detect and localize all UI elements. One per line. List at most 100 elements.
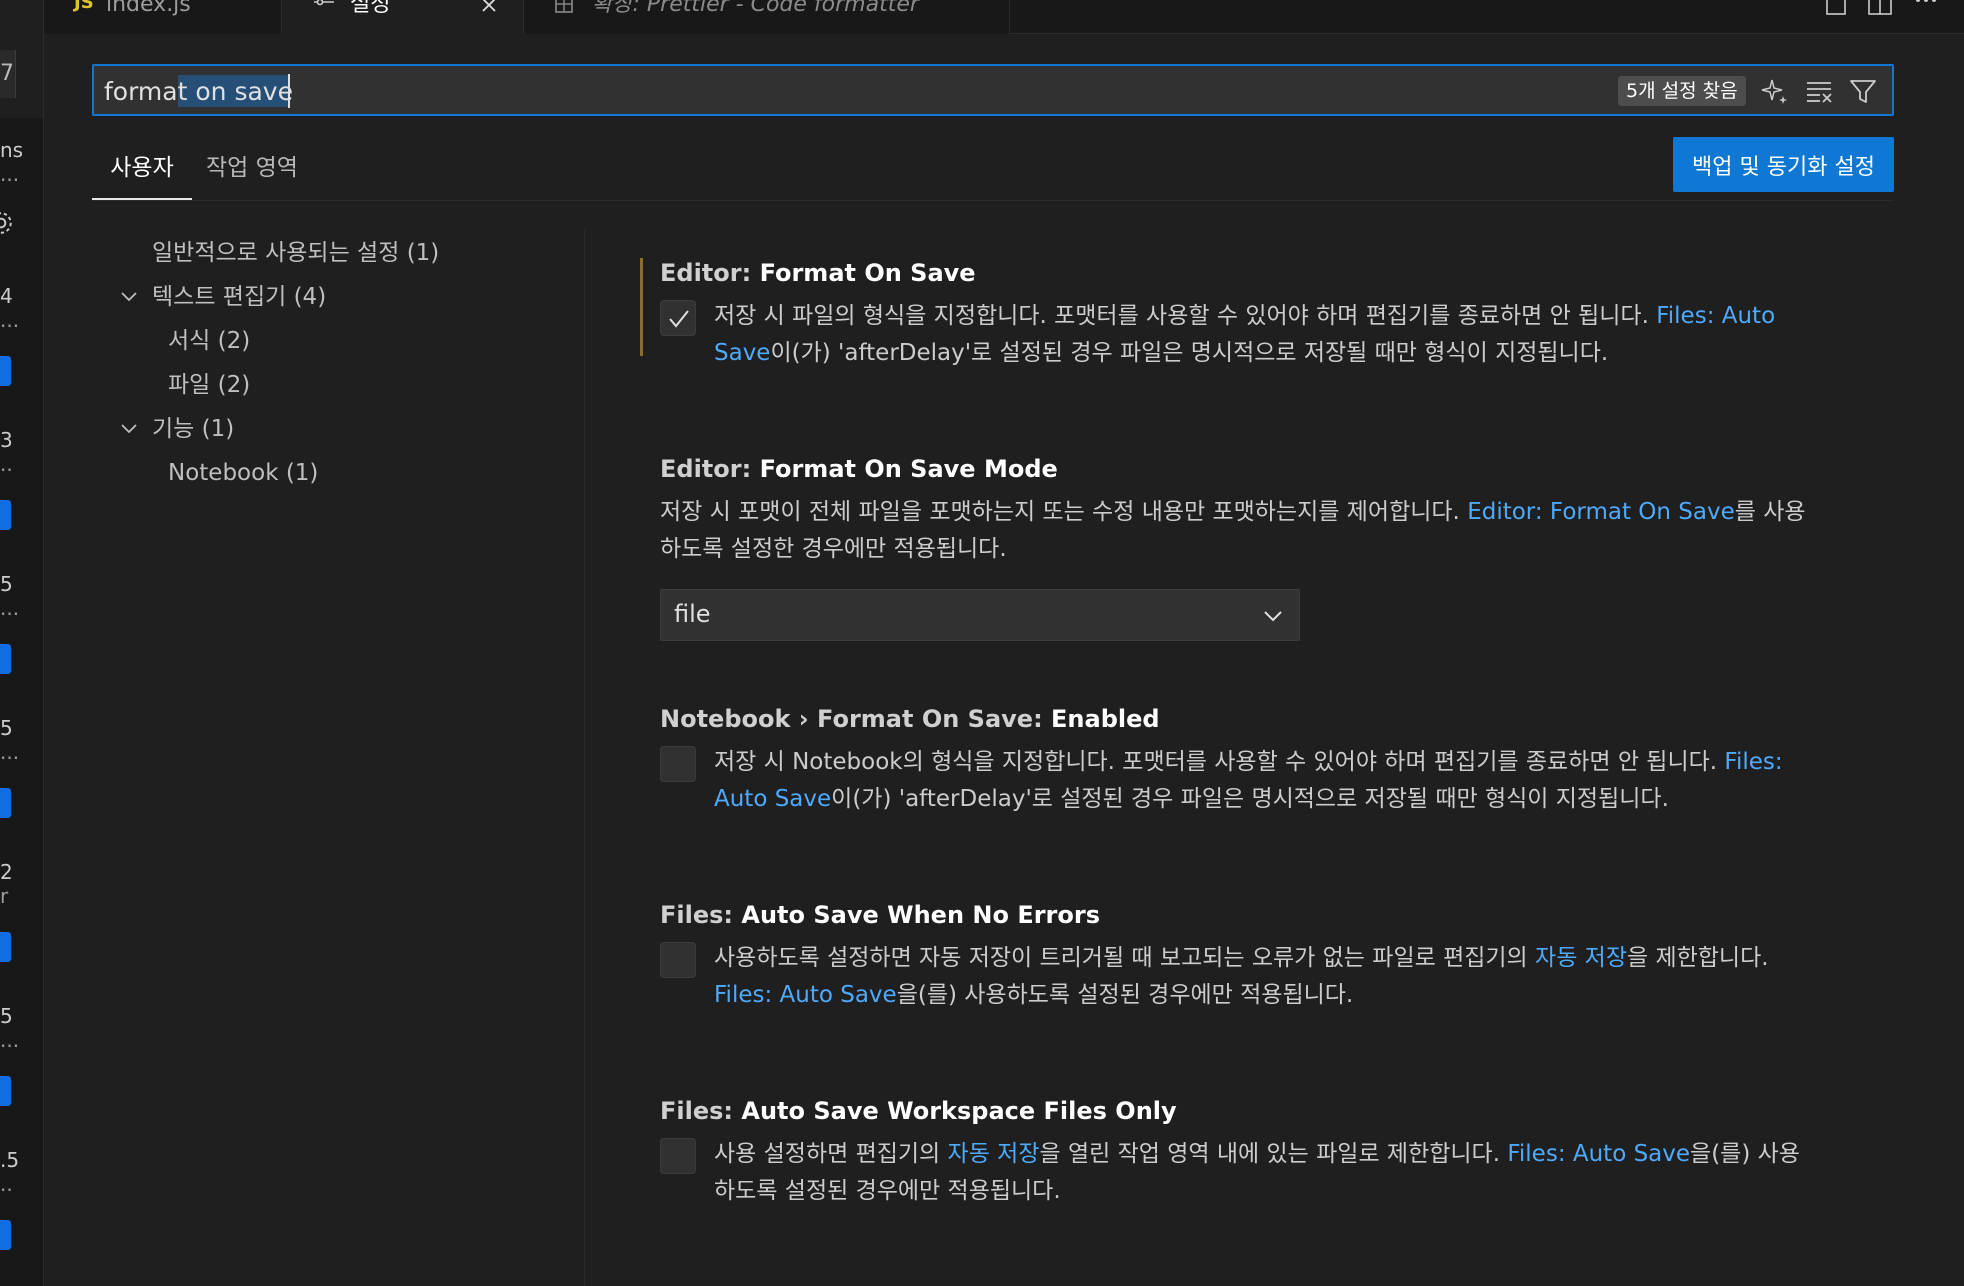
select-value: file: [674, 600, 711, 628]
search-input[interactable]: [104, 75, 1284, 107]
filter-icon[interactable]: [1848, 76, 1878, 106]
search-result-count: 5개 설정 찾음: [1618, 76, 1746, 106]
sparkle-icon[interactable]: [1760, 76, 1790, 106]
desc-text: 사용 설정하면 편집기의: [714, 1141, 948, 1167]
setting-category: Editor:: [660, 259, 760, 287]
files-auto-save-link[interactable]: Files: Auto Save: [1507, 1141, 1690, 1167]
clear-filter-icon[interactable]: [1804, 76, 1834, 106]
open-file-icon[interactable]: [1824, 0, 1848, 16]
setting-name: Enabled: [1051, 705, 1160, 733]
desc-text: 을 제한합니다.: [1626, 945, 1769, 971]
strip-snippet-dots: ..: [0, 452, 13, 476]
setting-description: 사용하도록 설정하면 자동 저장이 트리거될 때 보고되는 오류가 없는 파일로…: [714, 940, 1878, 1014]
desc-text: 저장 시 포맷이 전체 파일을 포맷하는지 또는 수정 내용만 포맷하는지를 제…: [660, 499, 1468, 525]
setting-description: 사용 설정하면 편집기의 자동 저장을 열린 작업 영역 내에 있는 파일로 제…: [714, 1136, 1878, 1210]
strip-snippet-num: 4: [0, 284, 13, 308]
setting-category: Notebook › Format On Save:: [660, 705, 1052, 733]
auto-save-link[interactable]: 자동 저장: [1535, 945, 1627, 971]
strip-snippet: 2r: [0, 860, 30, 908]
desc-text: 사용하도록 설정하면 자동 저장이 트리거될 때 보고되는 오류가 없는 파일로…: [714, 945, 1536, 971]
tab-extension-prettier[interactable]: 확장: Prettier - Code formatter: [524, 0, 1010, 34]
editor-format-on-save-link[interactable]: Editor: Format On Save: [1467, 499, 1735, 525]
desc-text: 하도록 설정된 경우에만 적용됩니다.: [714, 1178, 1061, 1204]
strip-snippet-num: .5: [0, 1148, 20, 1172]
setting-title: Editor: Format On Save: [660, 258, 976, 288]
setting-title: Notebook › Format On Save: Enabled: [660, 704, 1160, 734]
close-icon[interactable]: [478, 0, 500, 16]
files-auto-save-link[interactable]: Save: [714, 340, 770, 366]
strip-filter-glyph: 7: [0, 61, 14, 86]
strip-snippet-dots: ...: [0, 596, 20, 620]
strip-snippet-num: ns: [0, 138, 24, 162]
strip-snippet: 5...: [0, 716, 30, 764]
setting-category: Files:: [660, 901, 742, 929]
modified-indicator: [640, 258, 643, 356]
split-editor-icon[interactable]: [1866, 0, 1894, 16]
strip-marker: [0, 1076, 11, 1106]
tab-index-js[interactable]: JS index.js: [44, 0, 282, 34]
setting-category: Files:: [660, 1097, 742, 1125]
tab-workspace-settings[interactable]: 작업 영역: [206, 148, 316, 200]
desc-text: 이(가) 'afterDelay'로 설정된 경우 파일은 명시적으로 저장될 …: [831, 786, 1669, 812]
strip-snippet-num: 5: [0, 572, 13, 596]
format-on-save-mode-select[interactable]: file: [660, 589, 1300, 641]
format-on-save-checkbox[interactable]: [660, 300, 696, 336]
toc-item-features[interactable]: 기능 (1): [152, 414, 234, 444]
desc-text: 을 열린 작업 영역 내에 있는 파일로 제한합니다.: [1039, 1141, 1508, 1167]
toc-item-text-editor[interactable]: 텍스트 편집기 (4): [152, 282, 326, 312]
strip-snippet-dots: ...: [0, 740, 20, 764]
files-auto-save-link[interactable]: Files:: [1724, 749, 1782, 775]
strip-filter-button[interactable]: 7: [0, 50, 16, 98]
gear-icon[interactable]: [0, 210, 14, 236]
setting-description: 저장 시 포맷이 전체 파일을 포맷하는지 또는 수정 내용만 포맷하는지를 제…: [660, 494, 1878, 568]
javascript-file-icon: JS: [74, 0, 94, 13]
chevron-down-icon[interactable]: [118, 418, 140, 440]
desc-text: 저장 시 파일의 형식을 지정합니다. 포맷터를 사용할 수 있어야 하며 편집…: [714, 303, 1657, 329]
strip-snippet-dots: r: [0, 884, 9, 908]
toc-divider: [584, 230, 585, 1286]
setting-title: Files: Auto Save Workspace Files Only: [660, 1096, 1177, 1126]
editor-tab-bar: JS index.js 설정 확장: Prettier - Code forma…: [44, 0, 1964, 34]
setting-description: 저장 시 파일의 형식을 지정합니다. 포맷터를 사용할 수 있어야 하며 편집…: [714, 298, 1874, 372]
toc-item-notebook[interactable]: Notebook (1): [168, 458, 318, 488]
desc-text: 을(를) 사용하도록 설정된 경우에만 적용됩니다.: [896, 982, 1354, 1008]
activity-strip: 7 ns... 4... 3.. 5... 5... 2r 5... .5..: [0, 0, 44, 1286]
strip-snippet-num: 2: [0, 860, 13, 884]
toc-item-commonly-used[interactable]: 일반적으로 사용되는 설정 (1): [152, 238, 439, 268]
toc-item-formatting[interactable]: 서식 (2): [168, 326, 250, 356]
setting-description: 저장 시 Notebook의 형식을 지정합니다. 포맷터를 사용할 수 있어야…: [714, 744, 1878, 818]
strip-snippet-num: 5: [0, 716, 13, 740]
strip-marker: [0, 644, 11, 674]
setting-name: Format On Save Mode: [759, 455, 1058, 483]
desc-text: 이(가) 'afterDelay'로 설정된 경우 파일은 명시적으로 저장될 …: [770, 340, 1609, 366]
tab-label: index.js: [106, 0, 191, 17]
toc-item-files[interactable]: 파일 (2): [168, 370, 250, 400]
setting-title: Editor: Format On Save Mode: [660, 454, 1058, 484]
notebook-format-on-save-checkbox[interactable]: [660, 746, 696, 782]
files-auto-save-link[interactable]: Auto Save: [714, 786, 831, 812]
chevron-down-icon[interactable]: [118, 286, 140, 308]
scope-tabs-divider: [92, 200, 1894, 201]
auto-save-link[interactable]: 자동 저장: [948, 1141, 1040, 1167]
auto-save-no-errors-checkbox[interactable]: [660, 942, 696, 978]
desc-text: 을(를) 사용: [1690, 1141, 1800, 1167]
settings-search-box[interactable]: 5개 설정 찾음: [92, 64, 1894, 116]
text-cursor: [288, 74, 290, 108]
strip-snippet: ns...: [0, 138, 30, 186]
strip-snippet: .5..: [0, 1148, 30, 1196]
backup-sync-button[interactable]: 백업 및 동기화 설정: [1673, 137, 1894, 192]
strip-snippet-dots: ...: [0, 1028, 20, 1052]
tab-user-settings[interactable]: 사용자: [92, 148, 192, 200]
tab-settings[interactable]: 설정: [282, 0, 524, 34]
strip-snippet-num: 3: [0, 428, 13, 452]
setting-name: Auto Save Workspace Files Only: [741, 1097, 1177, 1125]
strip-snippet: 4...: [0, 284, 30, 332]
files-auto-save-link[interactable]: Files: Auto Save: [714, 982, 897, 1008]
strip-marker: [0, 500, 11, 530]
files-auto-save-link[interactable]: Files: Auto: [1656, 303, 1775, 329]
tab-label: 설정: [350, 0, 391, 17]
auto-save-workspace-only-checkbox[interactable]: [660, 1138, 696, 1174]
setting-name: Format On Save: [759, 259, 976, 287]
setting-name: Auto Save When No Errors: [741, 901, 1100, 929]
more-actions-icon[interactable]: [1912, 0, 1940, 16]
